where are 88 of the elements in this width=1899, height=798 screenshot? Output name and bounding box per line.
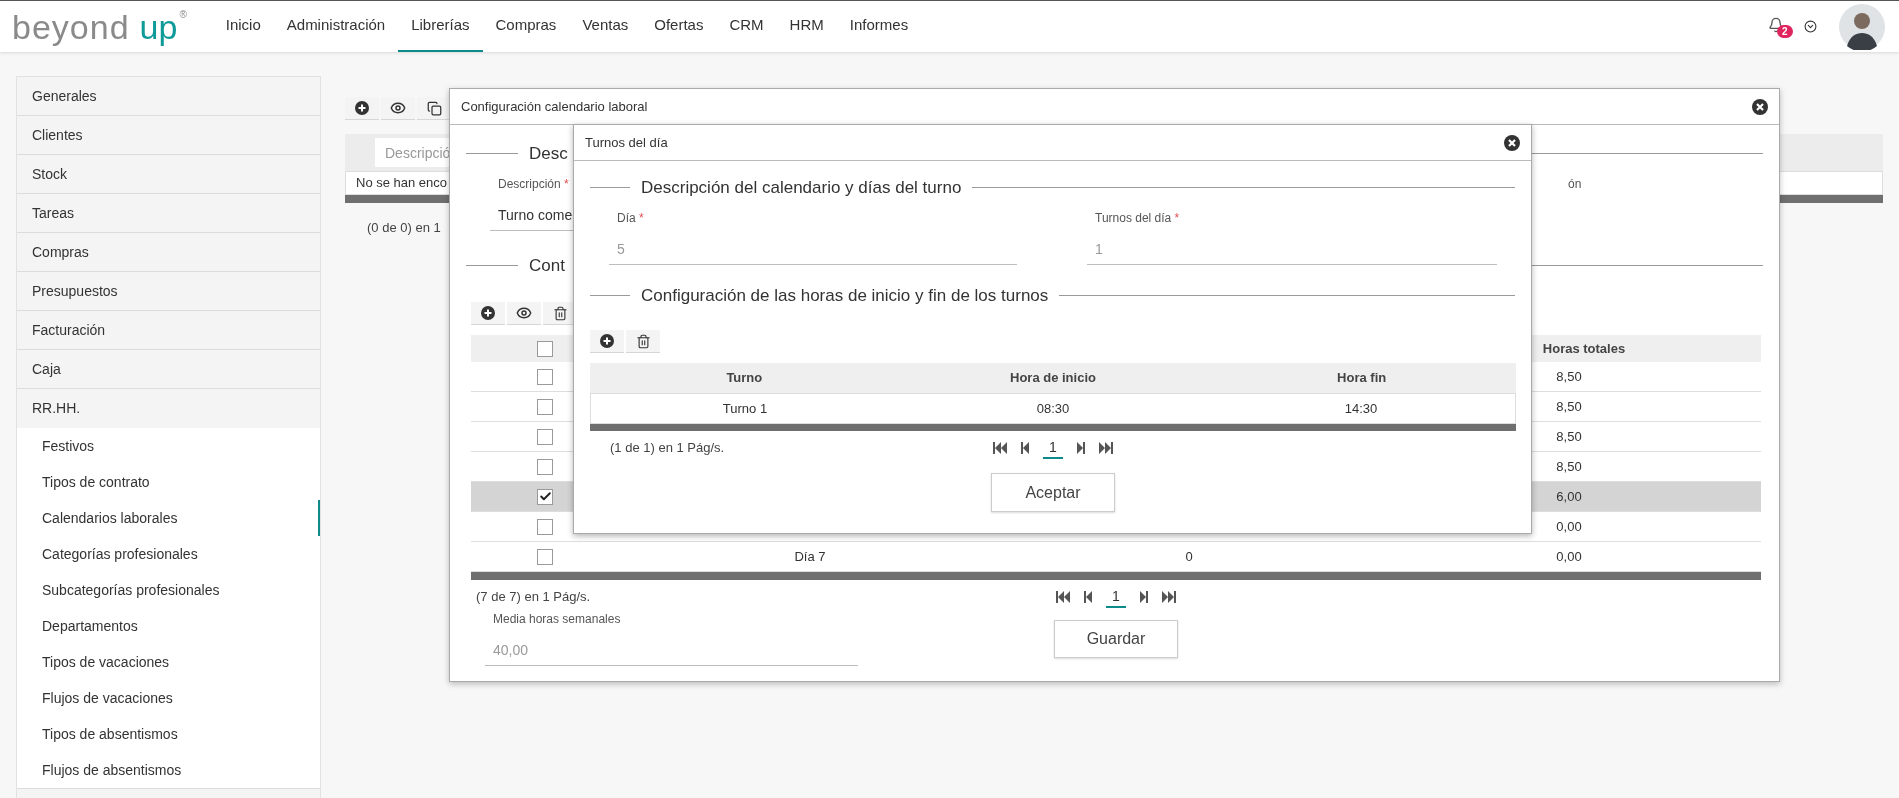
column-header: Hora de inicio: [1009, 369, 1097, 388]
eye-icon: [516, 305, 532, 321]
sidebar-item[interactable]: Clientes: [17, 116, 320, 155]
last-page-icon[interactable]: [1098, 442, 1113, 454]
sidebar-item[interactable]: Presupuestos: [17, 272, 320, 311]
field-label: Día *: [617, 209, 644, 227]
nav-tab[interactable]: HRM: [776, 1, 837, 52]
table-cell-text: 8,50: [1556, 367, 1582, 386]
trash-icon: [552, 305, 568, 321]
page-info: (1 de 1) en 1 Pág/s.: [610, 439, 725, 458]
page-info: (0 de 0) en 1: [367, 220, 441, 235]
section-title: Desc: [529, 143, 568, 165]
first-page-icon[interactable]: [1056, 591, 1071, 603]
avatar[interactable]: [1839, 3, 1885, 50]
bell-icon[interactable]: [1768, 16, 1784, 33]
table-cell-text: Turno 1: [721, 399, 769, 418]
add-icon: [355, 101, 369, 115]
sidebar-item[interactable]: Facturación: [17, 311, 320, 350]
checkbox[interactable]: [537, 398, 553, 415]
field-label: Turnos del día *: [1095, 209, 1180, 227]
dialog-title: Configuración calendario laboral: [461, 97, 648, 116]
chevron-down-icon[interactable]: [1804, 20, 1817, 33]
save-button[interactable]: Guardar: [1054, 620, 1178, 658]
add-button[interactable]: [471, 302, 505, 325]
section-title: Cont: [529, 254, 565, 277]
close-button[interactable]: [1752, 98, 1768, 115]
nav-tab[interactable]: Inicio: [212, 1, 274, 52]
previous-page-icon[interactable]: [1084, 591, 1093, 603]
table-cell-text: 0,00: [1556, 517, 1582, 536]
table-cell-text: 14:30: [1343, 399, 1379, 418]
next-page-icon[interactable]: [1076, 442, 1085, 454]
checkbox[interactable]: [537, 458, 553, 475]
checkbox[interactable]: [537, 428, 553, 445]
checkbox[interactable]: [537, 340, 553, 357]
accept-button[interactable]: Aceptar: [991, 473, 1115, 512]
nav-tab[interactable]: Librerías: [398, 1, 483, 52]
view-button[interactable]: [507, 302, 541, 325]
nav-tab[interactable]: Ventas: [569, 1, 642, 52]
last-page-icon[interactable]: [1161, 591, 1176, 603]
nav-tab[interactable]: Ofertas: [641, 1, 717, 52]
field-label: Media horas semanales: [493, 611, 621, 628]
sidebar-item[interactable]: Caja: [17, 350, 320, 389]
column-header: Turno: [725, 369, 764, 388]
sidebar-item[interactable]: Tareas: [17, 194, 320, 233]
sidebar-item[interactable]: Generales: [17, 77, 320, 116]
checkbox[interactable]: [537, 368, 553, 385]
column-header: Horas totales: [1542, 339, 1626, 358]
table-cell-text: 8,50: [1556, 397, 1582, 416]
dialog-title: Turnos del día: [585, 133, 668, 152]
sidebar-item[interactable]: Compras: [17, 233, 320, 272]
table-cell-text: 0,00: [1556, 547, 1582, 566]
add-icon: [600, 334, 614, 348]
table-cell-text: 8,50: [1556, 427, 1582, 446]
sidebar-item[interactable]: RR.HH.: [17, 389, 320, 428]
table-cell-text: 8,50: [1556, 457, 1582, 476]
add-button[interactable]: [590, 330, 624, 353]
logo[interactable]: beyond up®: [12, 9, 187, 44]
nav-tab[interactable]: Informes: [836, 1, 922, 52]
sidebar-item[interactable]: Stock: [17, 155, 320, 194]
table-cell-text: Día 7: [794, 547, 826, 566]
column-header: Hora fin: [1336, 369, 1388, 388]
table-cell-text: 0: [1185, 547, 1193, 566]
page-number[interactable]: 1: [1106, 586, 1126, 608]
previous-page-icon[interactable]: [1021, 442, 1030, 454]
eye-icon: [390, 100, 406, 116]
add-icon: [481, 306, 495, 320]
empty-message: No se han enco: [356, 174, 448, 193]
copy-icon: [426, 100, 442, 116]
checkbox[interactable]: [537, 488, 553, 505]
first-page-icon[interactable]: [993, 442, 1008, 454]
checkbox[interactable]: [537, 518, 553, 535]
close-button[interactable]: [1504, 134, 1520, 151]
checkbox[interactable]: [537, 548, 553, 565]
nav-tab[interactable]: CRM: [716, 1, 777, 52]
nav-tab[interactable]: Administración: [273, 1, 399, 52]
trash-icon: [635, 333, 651, 349]
delete-button[interactable]: [626, 330, 660, 353]
table-cell-text: 6,00: [1556, 487, 1582, 506]
section-title: Descripción del calendario y días del turno: [641, 177, 962, 199]
next-page-icon[interactable]: [1139, 591, 1148, 603]
page-info: (7 de 7) en 1 Pág/s.: [476, 588, 591, 607]
page-number[interactable]: 1: [1043, 437, 1063, 459]
field-label: ón: [1568, 175, 1582, 193]
field-label: Descripción *: [498, 175, 569, 193]
table-cell-text: 08:30: [1035, 399, 1071, 418]
notification-badge: 2: [1777, 24, 1793, 38]
nav-tab[interactable]: Compras: [482, 1, 570, 52]
section-title: Configuración de las horas de inicio y fin de los turnos: [641, 284, 1049, 307]
